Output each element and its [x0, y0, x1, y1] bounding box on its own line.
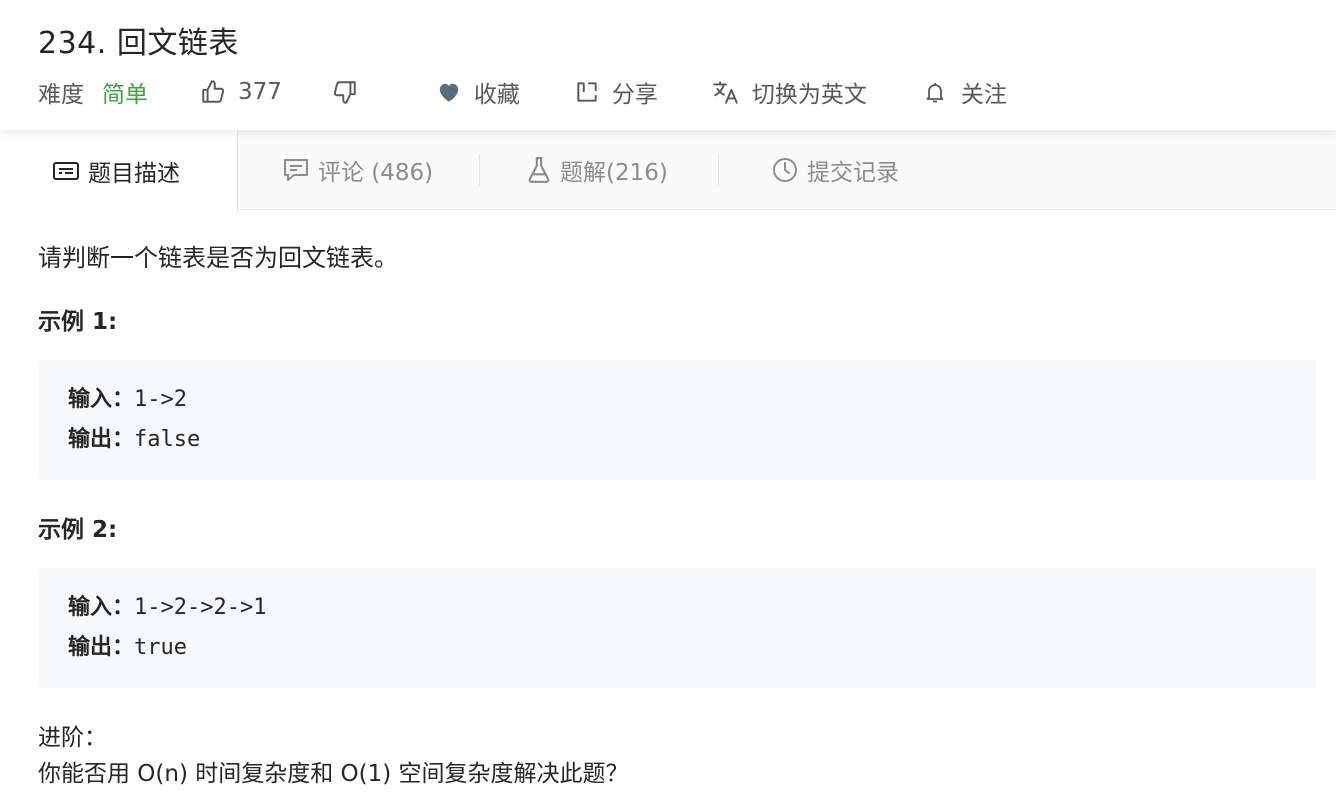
input-label: 输入： [68, 387, 135, 412]
translate-icon [712, 79, 740, 105]
favorite-label: 收藏 [473, 82, 520, 108]
dislike-button[interactable] [332, 79, 358, 105]
advanced-text: 你能否用 O(n) 时间复杂度和 O(1) 空间复杂度解决此题？ [38, 761, 629, 787]
example-output-line: 输出：true [68, 628, 1286, 668]
tab-solutions[interactable]: 题解(216) [526, 130, 668, 210]
input-value: 1->2->2->1 [134, 595, 267, 620]
input-value: 1->2 [134, 387, 187, 412]
example-input-line: 输入：1->2 [68, 380, 1286, 420]
like-count: 377 [238, 79, 282, 105]
tab-label: 提交记录 [807, 160, 899, 186]
switch-language-button[interactable]: 切换为英文 [712, 75, 867, 109]
tab-comments[interactable]: 评论 (486) [282, 130, 433, 210]
tab-label: 评论 (486) [318, 160, 434, 186]
output-value: false [134, 427, 201, 452]
thumbs-down-icon [332, 79, 358, 105]
flask-icon [526, 156, 560, 184]
clock-icon [771, 156, 807, 184]
switch-language-label: 切换为英文 [751, 82, 867, 108]
problem-title: 234. 回文链表 [38, 26, 239, 61]
output-value: true [134, 635, 187, 660]
example-output-line: 输出：false [68, 420, 1286, 460]
follow-label: 关注 [960, 82, 1007, 108]
follow-button[interactable]: 关注 [923, 75, 1007, 109]
tab-divider [718, 154, 719, 186]
output-label: 输出： [68, 427, 135, 452]
thumbs-up-icon [200, 79, 226, 105]
heart-icon [436, 79, 462, 105]
example-code-block: 输入：1->2 输出：false [38, 360, 1316, 480]
difficulty-badge: 简单 [102, 82, 148, 108]
like-button[interactable]: 377 [200, 79, 282, 105]
input-label: 输入： [68, 595, 135, 620]
example-input-line: 输入：1->2->2->1 [68, 588, 1286, 628]
bell-icon [923, 79, 947, 105]
favorite-button[interactable]: 收藏 [436, 75, 520, 109]
tab-label: 题解(216) [560, 160, 668, 186]
difficulty-label: 难度 [38, 82, 84, 108]
example-title: 示例 1: [38, 309, 118, 335]
problem-meta-bar: 难度 简单 377 收藏 分享 切换为英文 关注 [38, 74, 1007, 110]
problem-header: 234. 回文链表 难度 简单 377 收藏 分享 切换为英文 关注 [0, 0, 1336, 130]
share-icon [574, 79, 600, 105]
comment-icon [282, 157, 318, 183]
tab-submissions[interactable]: 提交记录 [771, 130, 899, 210]
share-label: 分享 [611, 82, 658, 108]
problem-description: 请判断一个链表是否为回文链表。 [38, 244, 398, 272]
description-icon [52, 159, 88, 183]
problem-tabs: 题目描述 评论 (486) 题解(216) 提交记录 [0, 130, 1336, 211]
example-code-block: 输入：1->2->2->1 输出：true [38, 568, 1316, 688]
output-label: 输出： [68, 635, 135, 660]
share-button[interactable]: 分享 [574, 75, 658, 109]
example-title: 示例 2: [38, 517, 118, 543]
tab-label: 题目描述 [88, 160, 180, 187]
tab-divider [479, 154, 480, 186]
tab-description[interactable]: 题目描述 [0, 130, 238, 211]
advanced-title: 进阶： [38, 725, 107, 751]
